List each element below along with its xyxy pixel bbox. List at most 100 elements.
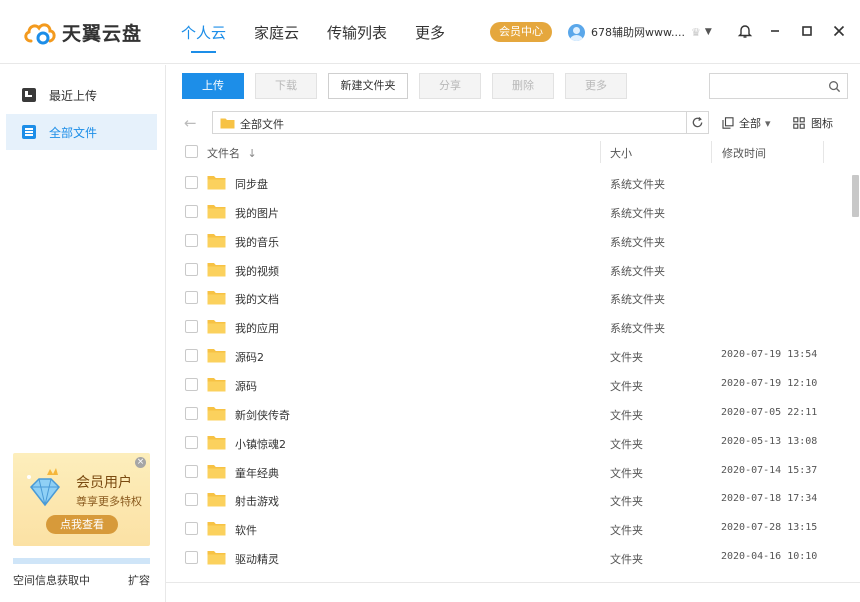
view-mode-toggle[interactable]: 图标 (793, 115, 833, 131)
row-checkbox[interactable] (185, 233, 198, 247)
recent-upload-icon (22, 88, 36, 102)
sidebar-item-recent-uploads[interactable]: 最近上传 (6, 77, 157, 113)
download-button[interactable]: 下载 (255, 73, 317, 99)
refresh-button[interactable] (686, 112, 708, 133)
file-modified-time: 2020-05-13 13:08 (721, 435, 818, 447)
more-button[interactable]: 更多 (565, 73, 627, 99)
column-modified-header[interactable]: 修改时间 (722, 145, 766, 161)
scrollbar[interactable] (852, 175, 859, 217)
close-icon[interactable]: × (135, 457, 146, 468)
filter-dropdown[interactable]: 全部 ▾ (722, 115, 771, 131)
back-arrow-icon[interactable]: ← (184, 114, 202, 132)
file-modified-time: 2020-07-05 22:11 (721, 406, 818, 418)
file-name[interactable]: 同步盘 (235, 176, 268, 192)
folder-icon (207, 464, 226, 478)
file-name[interactable]: 源码 (235, 378, 257, 394)
tab-family-cloud[interactable]: 家庭云 (254, 22, 299, 51)
column-divider[interactable] (823, 141, 824, 163)
tab-personal-cloud[interactable]: 个人云 (181, 22, 226, 53)
table-row[interactable]: 新剑侠传奇 文件夹 2020-07-05 22:11 (166, 399, 846, 428)
file-name[interactable]: 我的应用 (235, 320, 279, 336)
row-checkbox[interactable] (185, 551, 198, 565)
sidebar-item-all-files[interactable]: 全部文件 (6, 114, 157, 150)
file-name[interactable]: 我的视频 (235, 263, 279, 279)
folder-icon (207, 204, 226, 219)
row-checkbox[interactable] (185, 406, 198, 420)
delete-button[interactable]: 删除 (492, 73, 554, 99)
row-checkbox[interactable] (185, 204, 198, 218)
file-size: 文件夹 (610, 379, 643, 393)
row-checkbox[interactable] (185, 320, 198, 334)
row-checkbox[interactable] (185, 464, 198, 478)
file-list: 同步盘 系统文件夹 我的图片 系统文件夹 我的音乐 系统文件夹 我的视频 系统文件夹 我的文档 系… (166, 168, 846, 582)
file-name[interactable]: 驱动精灵 (235, 551, 279, 567)
table-row[interactable]: 童年经典 文件夹 2020-07-14 15:37 (166, 457, 846, 486)
table-row[interactable]: 我的应用 系统文件夹 (166, 312, 846, 341)
minimize-button[interactable] (764, 20, 786, 42)
row-checkbox[interactable] (185, 435, 198, 449)
file-name[interactable]: 小镇惊魂2 (235, 436, 286, 452)
table-row[interactable]: 源码 文件夹 2020-07-19 12:10 (166, 370, 846, 399)
file-name[interactable]: 童年经典 (235, 465, 279, 481)
tab-more[interactable]: 更多 (415, 22, 445, 51)
row-checkbox[interactable] (185, 176, 198, 189)
crown-icon: ♛ (690, 25, 701, 39)
expand-storage-link[interactable]: 扩容 (128, 572, 150, 588)
sidebar: 最近上传 全部文件 × 会员用户 尊享更多特权 点我查看 空间信息获取中 扩容 (0, 65, 166, 602)
notification-button[interactable] (734, 20, 756, 42)
row-checkbox[interactable] (185, 493, 198, 507)
folder-icon (207, 522, 226, 536)
folder-icon (207, 233, 226, 248)
file-name[interactable]: 新剑侠传奇 (235, 407, 290, 423)
search-box (709, 73, 848, 99)
close-button[interactable] (828, 20, 850, 42)
table-row[interactable]: 射击游戏 文件夹 2020-07-18 17:34 (166, 485, 846, 514)
row-checkbox[interactable] (185, 262, 198, 276)
file-size: 系统文件夹 (610, 293, 665, 307)
row-checkbox[interactable] (185, 291, 198, 305)
upload-button[interactable]: 上传 (182, 73, 244, 99)
share-button[interactable]: 分享 (419, 73, 481, 99)
promo-view-button[interactable]: 点我查看 (46, 515, 118, 534)
column-size-header[interactable]: 大小 (610, 145, 632, 161)
user-menu[interactable]: 678辅助网www.... ♛ ▼ (568, 22, 712, 42)
file-name[interactable]: 我的图片 (235, 205, 279, 221)
row-checkbox[interactable] (185, 349, 198, 363)
file-name[interactable]: 源码2 (235, 349, 264, 365)
table-row[interactable]: 源码2 文件夹 2020-07-19 13:54 (166, 341, 846, 370)
breadcrumb[interactable]: 全部文件 (240, 116, 284, 132)
search-icon[interactable] (828, 80, 841, 93)
table-row[interactable]: 驱动精灵 文件夹 2020-04-16 10:10 (166, 543, 846, 572)
table-row[interactable]: 同步盘 系统文件夹 (166, 168, 846, 197)
file-size: 文件夹 (610, 437, 643, 451)
file-name[interactable]: 我的文档 (235, 291, 279, 307)
tab-transfer-list[interactable]: 传输列表 (327, 22, 387, 51)
minimize-icon (771, 30, 779, 32)
table-row[interactable]: 我的视频 系统文件夹 (166, 255, 846, 284)
column-divider[interactable] (711, 141, 712, 163)
file-size: 文件夹 (610, 408, 643, 422)
column-name-header[interactable]: 文件名 ↓ (207, 145, 257, 161)
row-checkbox[interactable] (185, 377, 198, 391)
divider (166, 582, 860, 583)
table-row[interactable]: 我的音乐 系统文件夹 (166, 226, 846, 255)
vip-promo-banner[interactable]: × 会员用户 尊享更多特权 点我查看 (13, 453, 150, 546)
search-input[interactable] (710, 74, 820, 98)
vip-center-button[interactable]: 会员中心 (490, 22, 552, 42)
table-row[interactable]: 小镇惊魂2 文件夹 2020-05-13 13:08 (166, 428, 846, 457)
select-all-checkbox[interactable] (185, 145, 198, 158)
column-divider[interactable] (600, 141, 601, 163)
bell-icon (737, 25, 753, 38)
file-name[interactable]: 射击游戏 (235, 493, 279, 509)
table-row[interactable]: 我的图片 系统文件夹 (166, 197, 846, 226)
file-name[interactable]: 我的音乐 (235, 234, 279, 250)
new-folder-button[interactable]: 新建文件夹 (328, 73, 408, 99)
folder-icon (207, 551, 226, 565)
file-modified-time: 2020-07-18 17:34 (721, 493, 818, 505)
row-checkbox[interactable] (185, 522, 198, 536)
table-row[interactable]: 软件 文件夹 2020-07-28 13:15 (166, 514, 846, 543)
maximize-button[interactable] (796, 20, 818, 42)
file-name[interactable]: 软件 (235, 522, 257, 538)
table-row[interactable]: 我的文档 系统文件夹 (166, 283, 846, 312)
storage-quota-bar (13, 558, 150, 564)
